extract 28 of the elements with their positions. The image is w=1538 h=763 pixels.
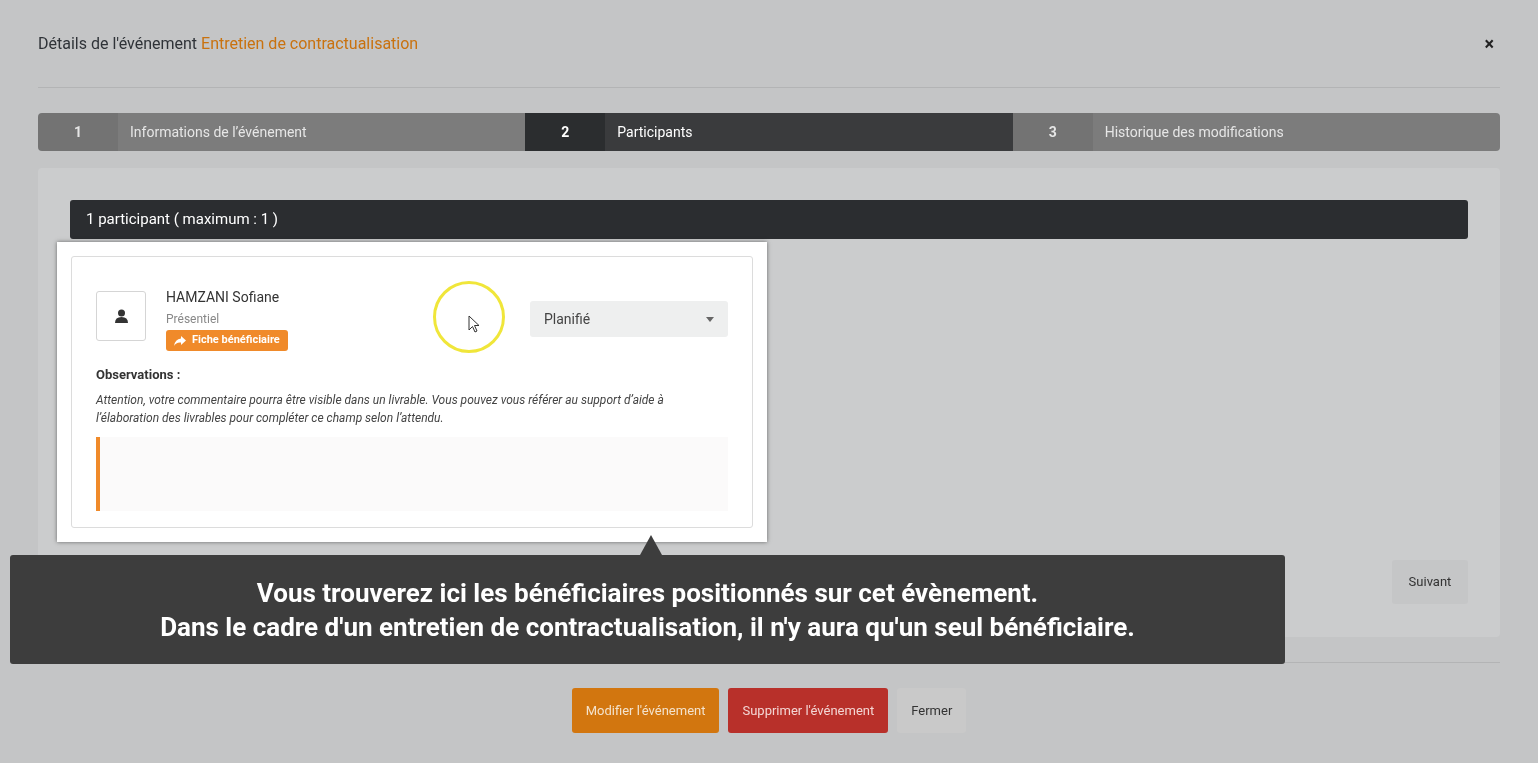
- step-number: 1: [38, 113, 118, 151]
- observations-hint: Attention, votre commentaire pourra être visible dans un livrable. Vous pouvez vous référer au support d’aide à l’élaboration des livrables pour compléter ce champ selon l’attendu.: [96, 391, 665, 427]
- observations-field[interactable]: [96, 436, 728, 511]
- tooltip-text: Dans le cadre d'un entretien de contractualisation, il n'y aura qu'un seul bénéficiaire.: [160, 610, 1135, 644]
- close-button[interactable]: ×: [1484, 30, 1494, 57]
- event-name: Entretien de contractualisation: [201, 33, 419, 53]
- next-button[interactable]: Suivant: [1392, 560, 1468, 604]
- cursor-icon: [467, 315, 480, 333]
- participant-name: HAMZANI Sofiane: [166, 288, 281, 307]
- observations-label: Observations :: [96, 366, 182, 384]
- close-dialog-button[interactable]: Fermer: [897, 688, 967, 733]
- step-number: 3: [1012, 113, 1093, 151]
- person-icon: [114, 309, 128, 323]
- step-label: Participants: [605, 113, 1013, 151]
- participants-header: 1 participant ( maximum : 1 ): [70, 200, 1468, 239]
- step-label: Informations de l’événement: [118, 113, 526, 151]
- participation-mode: Présentiel: [166, 311, 221, 328]
- delete-button[interactable]: Supprimer l'événement: [728, 688, 889, 733]
- dialog-title: Détails de l'événement: [38, 33, 198, 53]
- caret-icon: [706, 316, 714, 322]
- tooltip-text: Vous trouverez ici les bénéficiaires positionnés sur cet évènement.: [255, 576, 1040, 610]
- share-arrow-icon: [174, 335, 186, 346]
- step-label: Historique des modifications: [1092, 113, 1500, 151]
- status-dropdown[interactable]: Planifié: [530, 301, 728, 337]
- step-tab[interactable]: 3 Historique des modifications: [1012, 113, 1500, 151]
- step-tab[interactable]: 1 Informations de l’événement: [38, 113, 526, 151]
- step-number: 2: [525, 113, 606, 151]
- step-tab[interactable]: 2 Participants: [525, 113, 1013, 151]
